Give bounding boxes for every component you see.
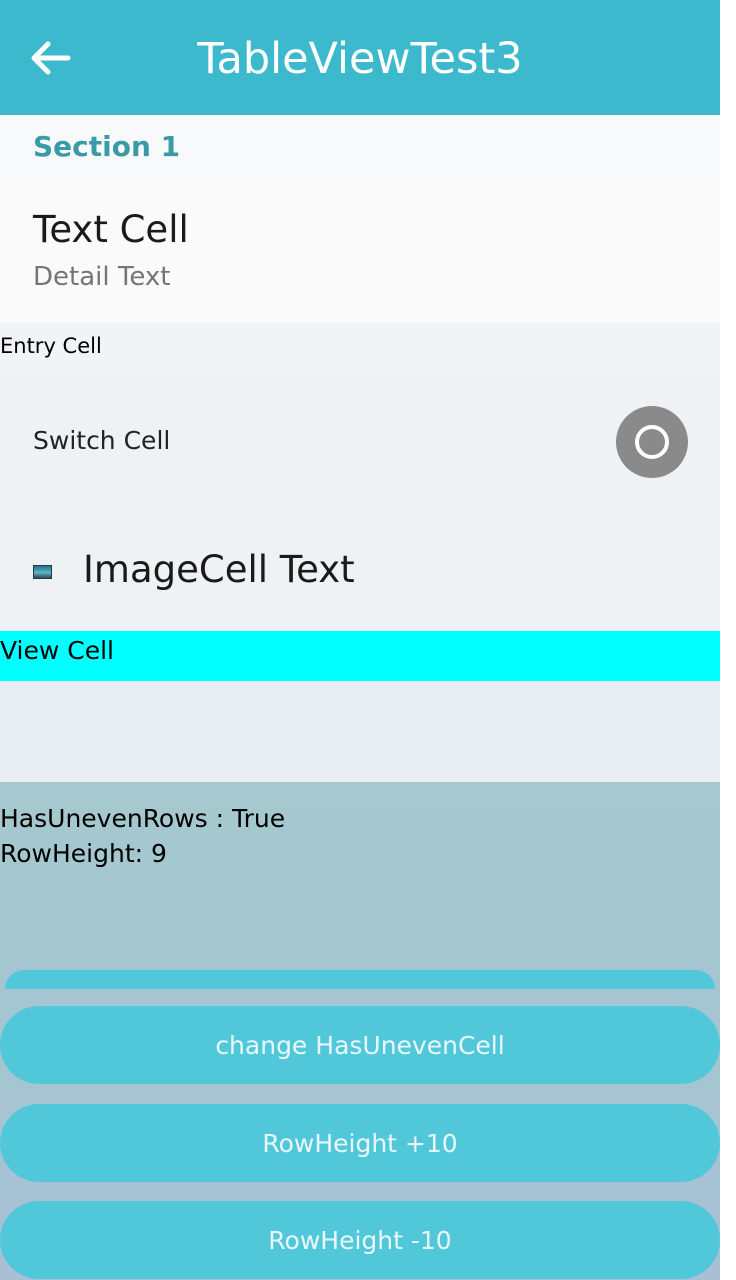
image-cell-text: ImageCell Text <box>83 548 355 591</box>
has-uneven-rows-status: HasUnevenRows : True <box>0 804 286 833</box>
change-uneven-cell-button[interactable]: change HasUnevenCell <box>0 1006 720 1084</box>
entry-cell-label: Entry Cell <box>0 334 102 358</box>
switch-cell-label: Switch Cell <box>33 426 171 455</box>
partial-button[interactable] <box>5 970 715 989</box>
section-header: Section 1 <box>33 130 181 163</box>
app-bar: TableViewTest3 <box>0 0 720 115</box>
row-height-plus-button[interactable]: RowHeight +10 <box>0 1104 720 1182</box>
text-cell[interactable] <box>0 180 720 323</box>
row-height-minus-button[interactable]: RowHeight -10 <box>0 1201 720 1279</box>
view-cell-label: View Cell <box>0 636 115 665</box>
empty-cell[interactable] <box>0 681 720 782</box>
text-cell-detail: Detail Text <box>33 262 171 292</box>
screen: TableViewTest3 Section 1 Text Cell Detai… <box>0 0 736 1280</box>
row-height-status: RowHeight: 9 <box>0 839 167 868</box>
entry-cell[interactable] <box>0 323 720 373</box>
right-edge <box>720 0 736 1280</box>
image-thumbnail-icon <box>33 565 52 579</box>
switch-toggle[interactable] <box>616 406 688 478</box>
page-title: TableViewTest3 <box>197 34 523 84</box>
text-cell-text: Text Cell <box>33 208 189 251</box>
toggle-off-icon <box>635 425 669 459</box>
